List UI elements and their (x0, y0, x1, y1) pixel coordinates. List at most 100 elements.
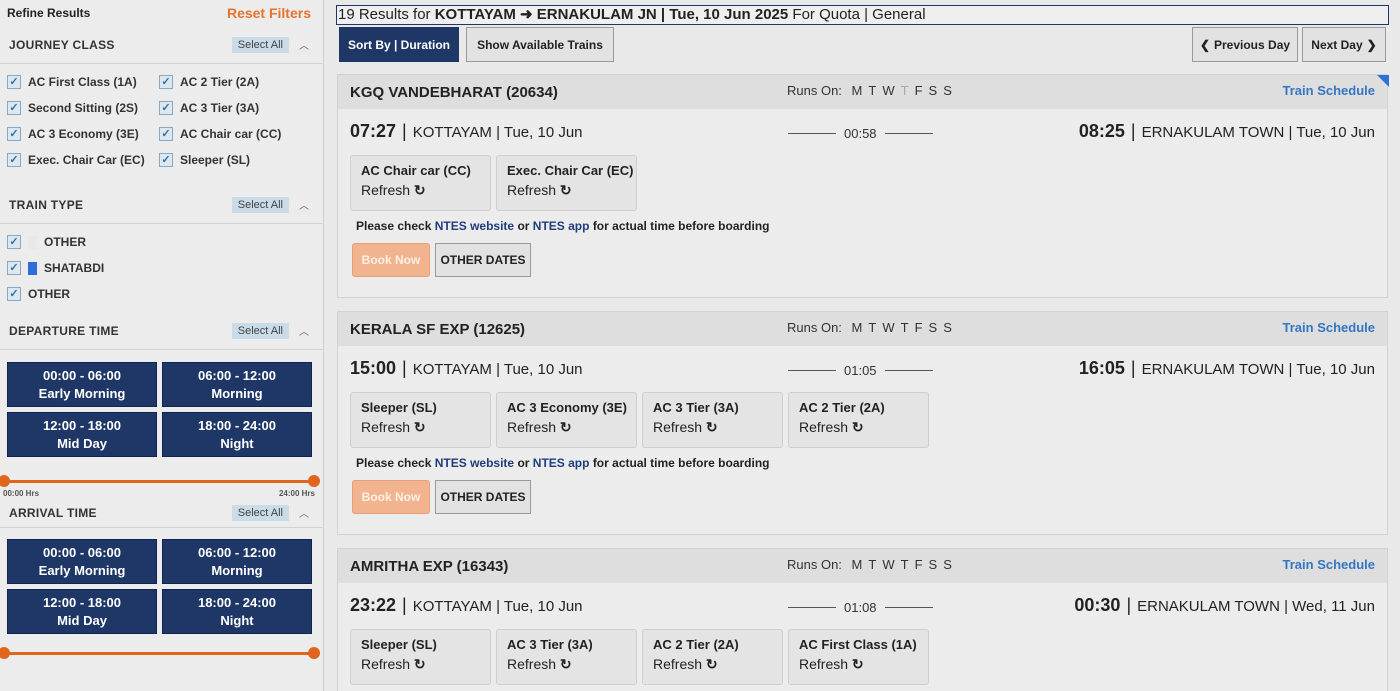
train-schedule-link[interactable]: Train Schedule (1283, 557, 1375, 572)
arrival-slot-early-morning[interactable]: 00:00 - 06:00 Early Morning (7, 539, 157, 584)
check-icon[interactable]: ✓ (7, 153, 21, 167)
class-checkbox-sl[interactable]: ✓ Sleeper (SL) (159, 152, 319, 168)
chevron-up-icon[interactable]: ︿ (299, 505, 309, 520)
arrival-time-header[interactable]: ARRIVAL TIME Select All ︿ (0, 498, 323, 528)
class-availability-card[interactable]: AC First Class (1A) Refresh ↻ (788, 629, 929, 685)
class-availability-card[interactable]: Exec. Chair Car (EC) Refresh ↻ (496, 155, 637, 211)
ntes-app-link[interactable]: NTES app (533, 456, 590, 470)
slider-handle-min[interactable] (0, 647, 10, 659)
train-name: KERALA SF EXP (12625) (350, 320, 526, 338)
arrival-select-all[interactable]: Select All (231, 504, 289, 521)
arrival-slot-mid-day[interactable]: 12:00 - 18:00 Mid Day (7, 589, 157, 634)
refresh-icon[interactable]: ↻ (414, 182, 426, 198)
ntes-notice: Please check NTES website or NTES app fo… (356, 219, 770, 233)
departure-time-header[interactable]: DEPARTURE TIME Select All ︿ (0, 312, 323, 350)
book-now-button[interactable]: Book Now (352, 243, 430, 277)
class-checkbox-cc[interactable]: ✓ AC Chair car (CC) (159, 126, 319, 142)
class-availability-card[interactable]: Sleeper (SL) Refresh ↻ (350, 392, 491, 448)
departure-slot-early-morning[interactable]: 00:00 - 06:00 Early Morning (7, 362, 157, 407)
class-availability-card[interactable]: AC 2 Tier (2A) Refresh ↻ (788, 392, 929, 448)
results-quota: For Quota | General (792, 6, 926, 23)
corner-flag (1377, 75, 1389, 87)
check-icon[interactable]: ✓ (7, 287, 21, 301)
chevron-up-icon[interactable]: ︿ (299, 323, 309, 338)
check-icon[interactable]: ✓ (7, 75, 21, 89)
departure-slot-mid-day[interactable]: 12:00 - 18:00 Mid Day (7, 412, 157, 457)
chevron-up-icon[interactable]: ︿ (299, 37, 309, 52)
class-checkbox-3a[interactable]: ✓ AC 3 Tier (3A) (159, 100, 319, 116)
arrival-time-slider[interactable] (0, 641, 323, 669)
refresh-icon[interactable]: ↻ (560, 182, 572, 198)
check-icon[interactable]: ✓ (7, 101, 21, 115)
train-schedule-link[interactable]: Train Schedule (1283, 83, 1375, 98)
other-dates-button[interactable]: OTHER DATES (435, 480, 531, 514)
check-icon[interactable]: ✓ (159, 75, 173, 89)
refresh-icon[interactable]: ↻ (852, 656, 864, 672)
class-availability-card[interactable]: AC Chair car (CC) Refresh ↻ (350, 155, 491, 211)
train-card-header: KGQ VANDEBHARAT (20634) Runs On: MTWTFSS… (338, 75, 1389, 109)
train-type-header[interactable]: TRAIN TYPE Select All ︿ (0, 186, 323, 224)
refresh-icon[interactable]: ↻ (706, 419, 718, 435)
journey-class-select-all[interactable]: Select All (231, 36, 289, 53)
results-panel: 19 Results for KOTTAYAM ➜ ERNAKULAM JN |… (335, 0, 1390, 691)
check-icon[interactable]: ✓ (7, 235, 21, 249)
arrival-slot-night[interactable]: 18:00 - 24:00 Night (162, 589, 312, 634)
slider-track[interactable] (5, 480, 313, 483)
departure-select-all[interactable]: Select All (231, 322, 289, 339)
class-availability-card[interactable]: AC 3 Tier (3A) Refresh ↻ (642, 392, 783, 448)
check-icon[interactable]: ✓ (7, 261, 21, 275)
show-available-trains-button[interactable]: Show Available Trains (466, 27, 614, 62)
departure-slot-morning[interactable]: 06:00 - 12:00 Morning (162, 362, 312, 407)
class-checkbox-1a[interactable]: ✓ AC First Class (1A) (7, 74, 159, 90)
check-icon[interactable]: ✓ (159, 127, 173, 141)
class-checkbox-2s[interactable]: ✓ Second Sitting (2S) (7, 100, 159, 116)
ntes-website-link[interactable]: NTES website (435, 456, 514, 470)
check-icon[interactable]: ✓ (159, 101, 173, 115)
ntes-website-link[interactable]: NTES website (435, 219, 514, 233)
run-day: S (943, 83, 952, 98)
slider-handle-max[interactable] (308, 647, 320, 659)
class-availability-card[interactable]: AC 3 Tier (3A) Refresh ↻ (496, 629, 637, 685)
slider-track[interactable] (5, 652, 313, 655)
book-now-button[interactable]: Book Now (352, 480, 430, 514)
previous-day-button[interactable]: ❮ Previous Day (1192, 27, 1298, 62)
slider-handle-min[interactable] (0, 475, 10, 487)
chevron-up-icon[interactable]: ︿ (299, 197, 309, 212)
class-availability-card[interactable]: AC 3 Economy (3E) Refresh ↻ (496, 392, 637, 448)
other-dates-button[interactable]: OTHER DATES (435, 243, 531, 277)
train-type-checkbox-other[interactable]: ✓ OTHER (7, 234, 323, 250)
train-timing: 15:00 | KOTTAYAM | Tue, 10 Jun 01:05 16:05… (338, 346, 1387, 392)
card-actions: Book Now OTHER DATES (338, 470, 1387, 514)
refresh-icon[interactable]: ↻ (414, 656, 426, 672)
check-icon[interactable]: ✓ (159, 153, 173, 167)
sort-by-duration-button[interactable]: Sort By | Duration (339, 27, 459, 62)
check-icon[interactable]: ✓ (7, 127, 21, 141)
refresh-icon[interactable]: ↻ (414, 419, 426, 435)
refresh-icon[interactable]: ↻ (706, 656, 718, 672)
departure-time-slider[interactable]: 00:00 Hrs 24:00 Hrs (0, 469, 323, 498)
refresh-icon[interactable]: ↻ (560, 656, 572, 672)
class-checkbox-3e[interactable]: ✓ AC 3 Economy (3E) (7, 126, 159, 142)
class-availability-list: Sleeper (SL) Refresh ↻ AC 3 Economy (3E) R… (338, 392, 1387, 448)
train-type-select-all[interactable]: Select All (231, 196, 289, 213)
reset-filters-link[interactable]: Reset Filters (227, 5, 311, 21)
slider-handle-max[interactable] (308, 475, 320, 487)
class-availability-card[interactable]: Sleeper (SL) Refresh ↻ (350, 629, 491, 685)
train-type-checkbox-other-2[interactable]: ✓ OTHER (7, 286, 323, 302)
train-schedule-link[interactable]: Train Schedule (1283, 320, 1375, 335)
run-day: S (928, 83, 938, 98)
train-type-checkbox-shatabdi[interactable]: ✓ SHATABDI (7, 260, 323, 276)
ntes-app-link[interactable]: NTES app (533, 219, 590, 233)
journey-class-header[interactable]: JOURNEY CLASS Select All ︿ (0, 26, 323, 64)
train-name: AMRITHA EXP (16343) (350, 557, 509, 575)
next-day-button[interactable]: Next Day ❯ (1302, 27, 1386, 62)
class-checkbox-ec[interactable]: ✓ Exec. Chair Car (EC) (7, 152, 159, 168)
results-summary: 19 Results for KOTTAYAM ➜ ERNAKULAM JN |… (336, 5, 1389, 25)
arrival-slot-morning[interactable]: 06:00 - 12:00 Morning (162, 539, 312, 584)
class-availability-card[interactable]: AC 2 Tier (2A) Refresh ↻ (642, 629, 783, 685)
departure-slot-night[interactable]: 18:00 - 24:00 Night (162, 412, 312, 457)
refresh-icon[interactable]: ↻ (852, 419, 864, 435)
class-checkbox-2a[interactable]: ✓ AC 2 Tier (2A) (159, 74, 319, 90)
refresh-icon[interactable]: ↻ (560, 419, 572, 435)
run-day: M (851, 83, 863, 98)
